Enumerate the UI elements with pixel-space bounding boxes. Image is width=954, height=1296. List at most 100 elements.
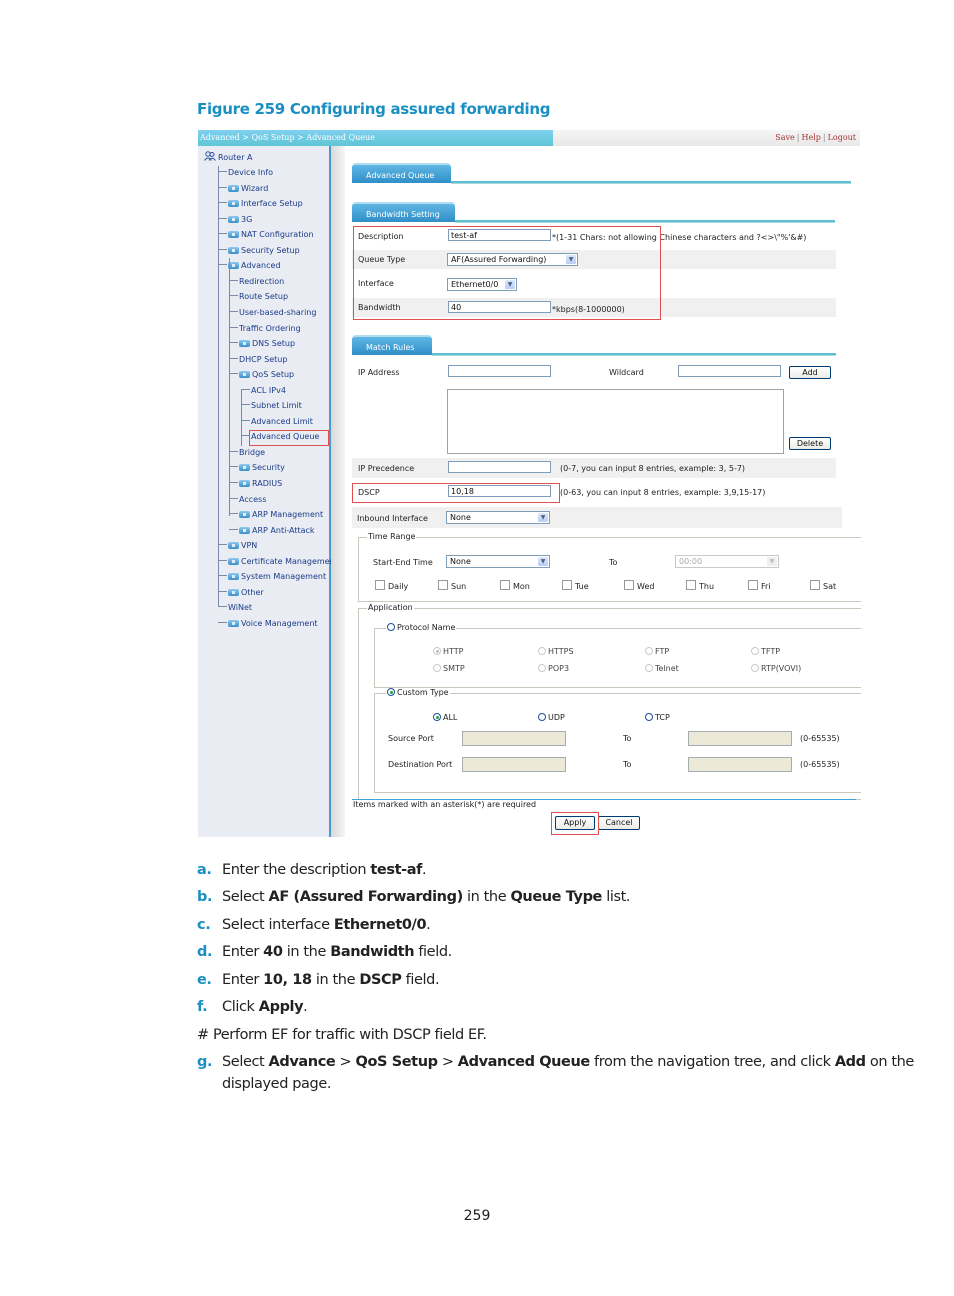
tree-item-dns-setup[interactable]: DNS Setup [229,339,295,349]
inbound-interface-select[interactable]: None ▼ [446,511,550,524]
tree-item-user-based-sharing[interactable]: User-based-sharing [229,308,316,318]
checkbox[interactable] [438,580,448,590]
tab-bandwidth-setting[interactable]: Bandwidth Setting [352,202,455,222]
tree-item-security-setup[interactable]: Security Setup [218,246,300,256]
tree-item-device-info[interactable]: Device Info [218,168,273,178]
tree-item-route-setup[interactable]: Route Setup [229,292,288,302]
source-port-range-hint: (0-65535) [800,734,840,743]
required-note: Items marked with an asterisk(*) are req… [353,800,537,809]
day-checkbox-thu[interactable]: Thu [686,580,714,591]
tree-item-wizard[interactable]: Wizard [218,184,268,194]
protocol-name-radio[interactable] [387,623,395,631]
radio-button[interactable] [751,664,759,672]
radio-button[interactable] [433,664,441,672]
destination-port-to-input[interactable] [688,757,792,772]
radio-button[interactable] [645,713,653,721]
help-link[interactable]: Help [801,133,820,142]
tree-item-subnet-limit[interactable]: Subnet Limit [241,401,302,411]
tab-advanced-queue[interactable]: Advanced Queue [352,163,451,183]
add-button[interactable]: Add [789,366,831,379]
radio-button[interactable] [538,713,546,721]
checkbox[interactable] [686,580,696,590]
tree-item-bridge[interactable]: Bridge [229,448,265,458]
tree-item-interface-setup[interactable]: Interface Setup [218,199,303,209]
step-emphasis: Bandwidth [330,944,415,960]
tree-item-other[interactable]: Other [218,588,264,598]
day-checkbox-fri[interactable]: Fri [748,580,771,591]
tree-item-arp-management[interactable]: ARP Management [229,510,323,520]
step-text: in the [311,972,360,988]
radio-button[interactable] [645,647,653,655]
destination-port-from-input[interactable] [462,757,566,772]
custom-type-legend[interactable]: Custom Type [386,688,450,697]
protocol-radio-https[interactable]: HTTPS [538,647,574,656]
tree-item-redirection[interactable]: Redirection [229,277,284,287]
day-checkbox-sun[interactable]: Sun [438,580,466,591]
custom-type-radio-tcp[interactable]: TCP [645,713,670,722]
day-checkbox-mon[interactable]: Mon [500,580,530,591]
tab-match-rules[interactable]: Match Rules [352,335,432,355]
tree-item-3g[interactable]: 3G [218,215,252,225]
tree-item-access[interactable]: Access [229,495,266,505]
step-letter: b. [197,889,213,905]
ip-address-input[interactable] [448,365,551,377]
protocol-name-legend[interactable]: Protocol Name [386,623,457,632]
protocol-radio-tftp[interactable]: TFTP [751,647,780,656]
protocol-radio-pop3[interactable]: POP3 [538,664,569,673]
protocol-radio-ftp[interactable]: FTP [645,647,669,656]
tree-item-vpn[interactable]: VPN [218,541,257,551]
custom-type-radio-udp[interactable]: UDP [538,713,565,722]
day-checkbox-sat[interactable]: Sat [810,580,836,591]
folder-icon [228,185,239,192]
folder-icon [228,542,239,549]
custom-type-radio[interactable] [387,688,395,696]
day-checkbox-wed[interactable]: Wed [624,580,654,591]
radio-button[interactable] [538,664,546,672]
tree-item-winet[interactable]: WiNet [218,603,252,613]
protocol-radio-telnet[interactable]: Telnet [645,664,679,673]
radio-button[interactable] [751,647,759,655]
protocol-radio-rtpvovi[interactable]: RTP(VOVI) [751,664,801,673]
ip-precedence-input[interactable] [448,461,551,473]
day-checkbox-daily[interactable]: Daily [375,580,408,591]
protocol-radio-http[interactable]: HTTP [433,647,463,656]
checkbox[interactable] [562,580,572,590]
protocol-radio-smtp[interactable]: SMTP [433,664,465,673]
source-port-from-input[interactable] [462,731,566,746]
cancel-button[interactable]: Cancel [598,816,640,830]
radio-button[interactable] [433,647,441,655]
tree-item-traffic-ordering[interactable]: Traffic Ordering [229,324,301,334]
tree-item-security[interactable]: Security [229,463,285,473]
wildcard-input[interactable] [678,365,781,377]
radio-button[interactable] [645,664,653,672]
tree-item-dhcp-setup[interactable]: DHCP Setup [229,355,287,365]
tree-item-acl-ipv4[interactable]: ACL IPv4 [241,386,286,396]
tree-item-advanced-limit[interactable]: Advanced Limit [241,417,313,427]
end-time-select[interactable]: 00:00 ▼ [675,555,779,568]
logout-link[interactable]: Logout [828,133,856,142]
tree-item-nat-configuration[interactable]: NAT Configuration [218,230,314,240]
checkbox[interactable] [375,580,385,590]
checkbox[interactable] [500,580,510,590]
match-rules-list[interactable] [447,389,784,454]
checkbox[interactable] [810,580,820,590]
tree-item-radius[interactable]: RADIUS [229,479,282,489]
day-checkbox-tue[interactable]: Tue [562,580,589,591]
tree-item-voice-management[interactable]: Voice Management [218,619,318,629]
checkbox[interactable] [624,580,634,590]
tree-item-arp-anti-attack[interactable]: ARP Anti-Attack [229,526,315,536]
tree-root[interactable]: Router A [204,151,253,163]
tree-item-system-management[interactable]: System Management [218,572,326,582]
custom-type-radio-all[interactable]: ALL [433,713,457,722]
radio-button[interactable] [433,713,441,721]
delete-button[interactable]: Delete [789,437,831,450]
radio-button[interactable] [538,647,546,655]
tree-item-advanced[interactable]: Advanced [218,261,281,271]
source-port-to-input[interactable] [688,731,792,746]
start-time-select[interactable]: None ▼ [446,555,550,568]
tree-item-certificate-managemer[interactable]: Certificate Managemer [218,557,333,567]
tree-connector [218,622,227,623]
tree-item-qos-setup[interactable]: QoS Setup [229,370,294,380]
save-link[interactable]: Save [775,133,795,142]
checkbox[interactable] [748,580,758,590]
